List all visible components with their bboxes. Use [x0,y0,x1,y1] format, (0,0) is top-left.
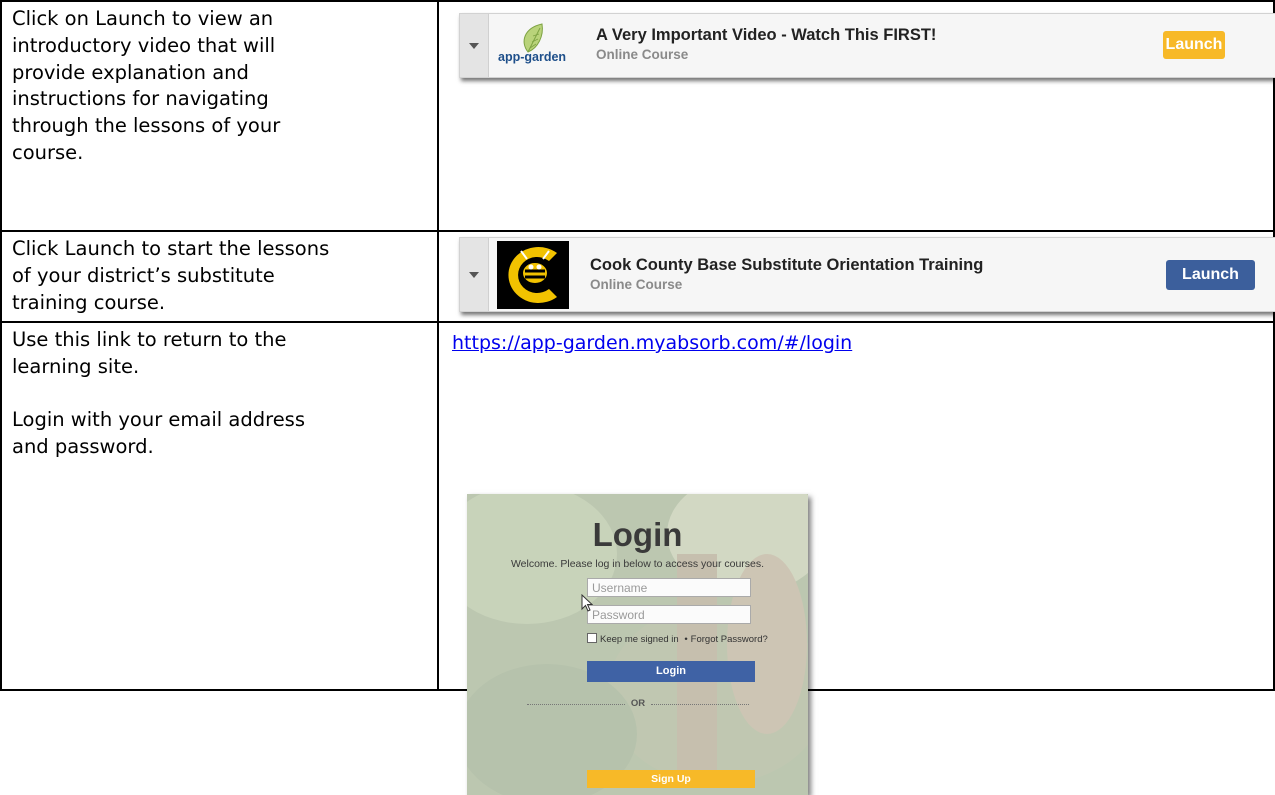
login-url-link[interactable]: https://app-garden.myabsorb.com/#/login [452,332,852,354]
login-heading: Login [592,516,683,553]
instruction-line: of your district’s substitute [12,263,275,287]
mouse-cursor-icon [581,594,593,612]
signup-button[interactable]: Sign Up [587,770,755,788]
course-dropdown-toggle[interactable] [460,238,489,311]
instruction-line: Click Launch to start the lessons [12,237,330,260]
yellow-jacket-logo [497,241,569,309]
keep-signed-in-checkbox[interactable] [587,633,597,643]
launch-button[interactable]: Launch [1166,260,1255,290]
username-input[interactable]: Username [587,578,751,597]
instruction-line: course. [12,140,84,164]
keep-signed-in-label: Keep me signed in [600,634,679,645]
table-row: Click Launch to start the lessons of you… [0,230,1275,323]
welcome-message: Welcome. Please log in below to access y… [510,558,765,570]
course-title: Cook County Base Substitute Orientation … [590,256,984,274]
forgot-password-link[interactable]: Forgot Password? [691,634,768,645]
or-label: OR [630,698,646,709]
instructions-table: Click on Launch to view an introductory … [0,0,1275,795]
instruction-line: through the lessons of your [12,114,281,138]
instruction-line: and password. [12,435,154,459]
course-type: Online Course [590,277,683,292]
table-row: Use this link to return to the learning … [0,321,1275,795]
screenshot-cell: Cook County Base Substitute Orientation … [437,230,1275,323]
table-row: Click on Launch to view an introductory … [0,0,1275,232]
course-type: Online Course [596,47,689,62]
instruction-line: Click on Launch to view an [12,7,274,30]
instruction-line: instructions for navigating [12,87,269,111]
instruction-line: learning site. [12,354,140,378]
launch-button[interactable]: Launch [1163,31,1225,59]
instruction-line: introductory video that will [12,33,276,57]
course-card-orientation-training: Cook County Base Substitute Orientation … [459,237,1275,312]
or-divider: OR [527,698,749,710]
app-garden-logo: app-garden [498,22,566,70]
instruction-line: provide explanation and [12,60,249,84]
course-dropdown-toggle[interactable] [460,14,489,77]
remember-row: Keep me signed in • Forgot Password? [587,633,768,645]
chevron-down-icon [469,271,479,278]
instruction-cell: Use this link to return to the learning … [0,321,439,691]
course-card-intro-video: app-garden A Very Important Video - Watc… [459,13,1275,78]
login-button[interactable]: Login [587,661,755,682]
instruction-cell: Click on Launch to view an introductory … [0,0,439,232]
chevron-down-icon [469,42,479,49]
instruction-line: training course. [12,290,166,314]
separator-dot: • [684,634,688,645]
instruction-cell: Click Launch to start the lessons of you… [0,230,439,323]
login-form-screenshot: Login Welcome. Please log in below to ac… [467,494,808,795]
instruction-line: Use this link to return to the [12,328,287,351]
instruction-line: Login with your email address [12,408,306,432]
logo-text: app-garden [498,50,567,64]
screenshot-cell: app-garden A Very Important Video - Watc… [437,0,1275,232]
course-title: A Very Important Video - Watch This FIRS… [596,26,937,44]
password-input[interactable]: Password [587,605,751,624]
screenshot-cell: https://app-garden.myabsorb.com/#/login … [437,321,1275,795]
